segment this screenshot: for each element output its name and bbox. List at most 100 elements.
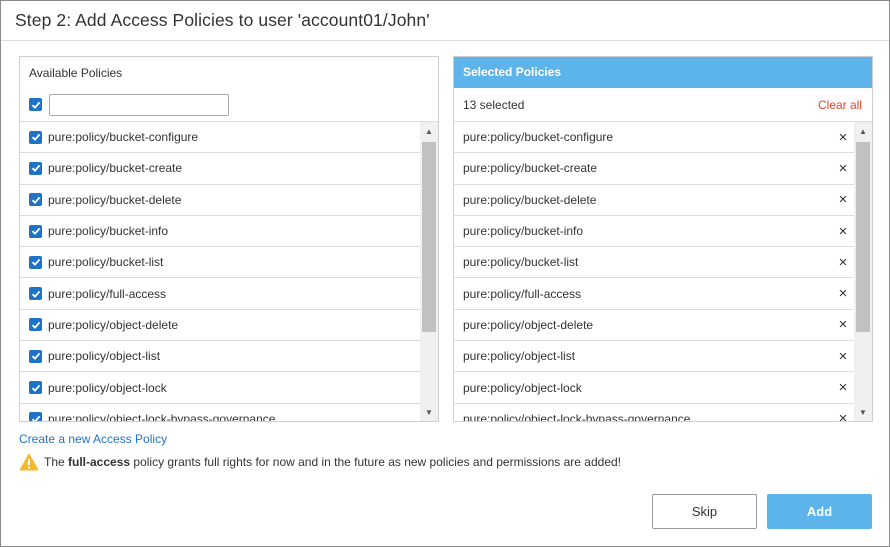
policy-name: pure:policy/bucket-create bbox=[48, 161, 183, 176]
checkmark-icon bbox=[31, 227, 40, 235]
available-policies-list[interactable]: pure:policy/bucket-configure pure:policy/… bbox=[20, 122, 438, 421]
remove-policy-icon[interactable]: × bbox=[836, 410, 850, 421]
selected-policies-list[interactable]: pure:policy/bucket-configure × pure:policy… bbox=[454, 122, 872, 421]
policy-name: pure:policy/object-lock bbox=[463, 380, 582, 395]
checkmark-icon bbox=[31, 290, 40, 298]
scroll-thumb[interactable] bbox=[856, 142, 870, 332]
policy-checkbox[interactable] bbox=[29, 161, 42, 175]
selected-scrollbar[interactable]: ▲ ▼ bbox=[854, 122, 872, 421]
selected-policy-row: pure:policy/bucket-info × bbox=[454, 216, 854, 248]
policy-name: pure:policy/bucket-list bbox=[48, 255, 164, 270]
warning-suffix: policy grants full rights for now and in… bbox=[130, 455, 621, 469]
policy-name: pure:policy/object-delete bbox=[48, 317, 179, 332]
available-policy-row[interactable]: pure:policy/bucket-delete bbox=[20, 185, 420, 216]
policy-checkbox[interactable] bbox=[29, 224, 42, 238]
policy-checkbox[interactable] bbox=[29, 412, 42, 421]
create-access-policy-link[interactable]: Create a new Access Policy bbox=[19, 432, 167, 446]
policy-name: pure:policy/full-access bbox=[48, 286, 167, 301]
policy-checkbox[interactable] bbox=[29, 130, 42, 144]
remove-policy-icon[interactable]: × bbox=[836, 191, 850, 208]
selected-policies-panel: Selected Policies 13 selected Clear all … bbox=[453, 56, 873, 422]
policy-name: pure:policy/bucket-create bbox=[463, 161, 598, 176]
remove-policy-icon[interactable]: × bbox=[836, 160, 850, 177]
checkmark-icon bbox=[31, 133, 40, 142]
warning-emphasis: full-access bbox=[68, 455, 131, 469]
selected-policy-row: pure:policy/object-delete × bbox=[454, 310, 854, 342]
available-policies-header: Available Policies bbox=[29, 65, 123, 80]
remove-policy-icon[interactable]: × bbox=[836, 254, 850, 271]
selected-policy-row: pure:policy/full-access × bbox=[454, 278, 854, 310]
checkmark-icon bbox=[31, 101, 40, 109]
policy-filter-input[interactable] bbox=[49, 93, 229, 116]
selected-policy-row: pure:policy/object-lock × bbox=[454, 372, 854, 404]
policy-name: pure:policy/object-lock bbox=[48, 380, 167, 395]
remove-policy-icon[interactable]: × bbox=[836, 316, 850, 333]
selected-policy-row: pure:policy/bucket-create × bbox=[454, 153, 854, 185]
warning-text: The full-access policy grants full right… bbox=[44, 455, 621, 469]
selected-policy-row: pure:policy/object-lock-bypass-governanc… bbox=[454, 404, 854, 421]
policy-name: pure:policy/bucket-delete bbox=[463, 192, 597, 207]
available-policy-row[interactable]: pure:policy/object-lock bbox=[20, 372, 420, 404]
policy-checkbox[interactable] bbox=[29, 381, 42, 395]
policy-checkbox[interactable] bbox=[29, 287, 42, 301]
select-all-checkbox[interactable] bbox=[29, 98, 42, 111]
policy-name: pure:policy/object-delete bbox=[463, 317, 594, 332]
selected-policies-header: Selected Policies bbox=[454, 57, 872, 88]
available-policy-row[interactable]: pure:policy/object-lock-bypass-governanc… bbox=[20, 404, 420, 421]
scroll-thumb[interactable] bbox=[422, 142, 436, 332]
add-access-policies-dialog: Step 2: Add Access Policies to user 'acc… bbox=[0, 0, 890, 547]
checkmark-icon bbox=[31, 196, 40, 204]
warning-icon bbox=[19, 453, 39, 471]
policy-checkbox[interactable] bbox=[29, 349, 42, 363]
add-button[interactable]: Add bbox=[767, 494, 872, 529]
full-access-warning: The full-access policy grants full right… bbox=[19, 453, 621, 471]
scroll-up-arrow-icon[interactable]: ▲ bbox=[854, 122, 872, 140]
available-policy-row[interactable]: pure:policy/bucket-create bbox=[20, 153, 420, 185]
policy-name: pure:policy/bucket-delete bbox=[48, 192, 182, 207]
policy-name: pure:policy/object-list bbox=[48, 349, 161, 364]
checkmark-icon bbox=[31, 165, 40, 173]
selected-policy-row: pure:policy/object-list × bbox=[454, 341, 854, 373]
selected-policy-row: pure:policy/bucket-configure × bbox=[454, 122, 854, 154]
policy-name: pure:policy/object-lock-bypass-governanc… bbox=[48, 411, 276, 421]
selected-count: 13 selected bbox=[463, 97, 525, 112]
skip-button[interactable]: Skip bbox=[652, 494, 757, 529]
available-policies-panel: Available Policies pure:policy/bucket-co… bbox=[19, 56, 439, 422]
remove-policy-icon[interactable]: × bbox=[836, 129, 850, 146]
clear-all-link[interactable]: Clear all bbox=[818, 98, 862, 112]
available-policy-row[interactable]: pure:policy/full-access bbox=[20, 278, 420, 310]
available-policy-row[interactable]: pure:policy/bucket-list bbox=[20, 247, 420, 279]
policy-checkbox[interactable] bbox=[29, 255, 42, 269]
policy-name: pure:policy/bucket-info bbox=[463, 224, 584, 239]
dialog-title: Step 2: Add Access Policies to user 'acc… bbox=[15, 10, 430, 30]
scroll-down-arrow-icon[interactable]: ▼ bbox=[420, 403, 438, 421]
warning-prefix: The bbox=[44, 455, 69, 469]
policy-name: pure:policy/bucket-configure bbox=[48, 130, 199, 145]
available-policy-row[interactable]: pure:policy/bucket-info bbox=[20, 216, 420, 248]
checkmark-icon bbox=[31, 384, 40, 392]
remove-policy-icon[interactable]: × bbox=[836, 379, 850, 396]
remove-policy-icon[interactable]: × bbox=[836, 223, 850, 240]
policy-checkbox[interactable] bbox=[29, 193, 42, 207]
selected-policy-row: pure:policy/bucket-delete × bbox=[454, 185, 854, 216]
dialog-title-bar: Step 2: Add Access Policies to user 'acc… bbox=[1, 1, 889, 41]
policy-name: pure:policy/object-lock-bypass-governanc… bbox=[463, 411, 691, 421]
policy-name: pure:policy/full-access bbox=[463, 286, 582, 301]
checkmark-icon bbox=[31, 259, 40, 267]
available-scrollbar[interactable]: ▲ ▼ bbox=[420, 122, 438, 421]
checkmark-icon bbox=[31, 353, 40, 361]
available-filter-row bbox=[20, 88, 438, 122]
remove-policy-icon[interactable]: × bbox=[836, 285, 850, 302]
available-policy-row[interactable]: pure:policy/bucket-configure bbox=[20, 122, 420, 154]
checkmark-icon bbox=[31, 321, 40, 329]
selected-summary-row: 13 selected Clear all bbox=[454, 88, 872, 122]
available-policy-row[interactable]: pure:policy/object-delete bbox=[20, 310, 420, 342]
policy-name: pure:policy/object-list bbox=[463, 349, 576, 364]
scroll-down-arrow-icon[interactable]: ▼ bbox=[854, 403, 872, 421]
policy-name: pure:policy/bucket-list bbox=[463, 255, 579, 270]
policy-checkbox[interactable] bbox=[29, 318, 42, 332]
policy-name: pure:policy/bucket-configure bbox=[463, 130, 614, 145]
scroll-up-arrow-icon[interactable]: ▲ bbox=[420, 122, 438, 140]
available-policy-row[interactable]: pure:policy/object-list bbox=[20, 341, 420, 373]
remove-policy-icon[interactable]: × bbox=[836, 348, 850, 365]
